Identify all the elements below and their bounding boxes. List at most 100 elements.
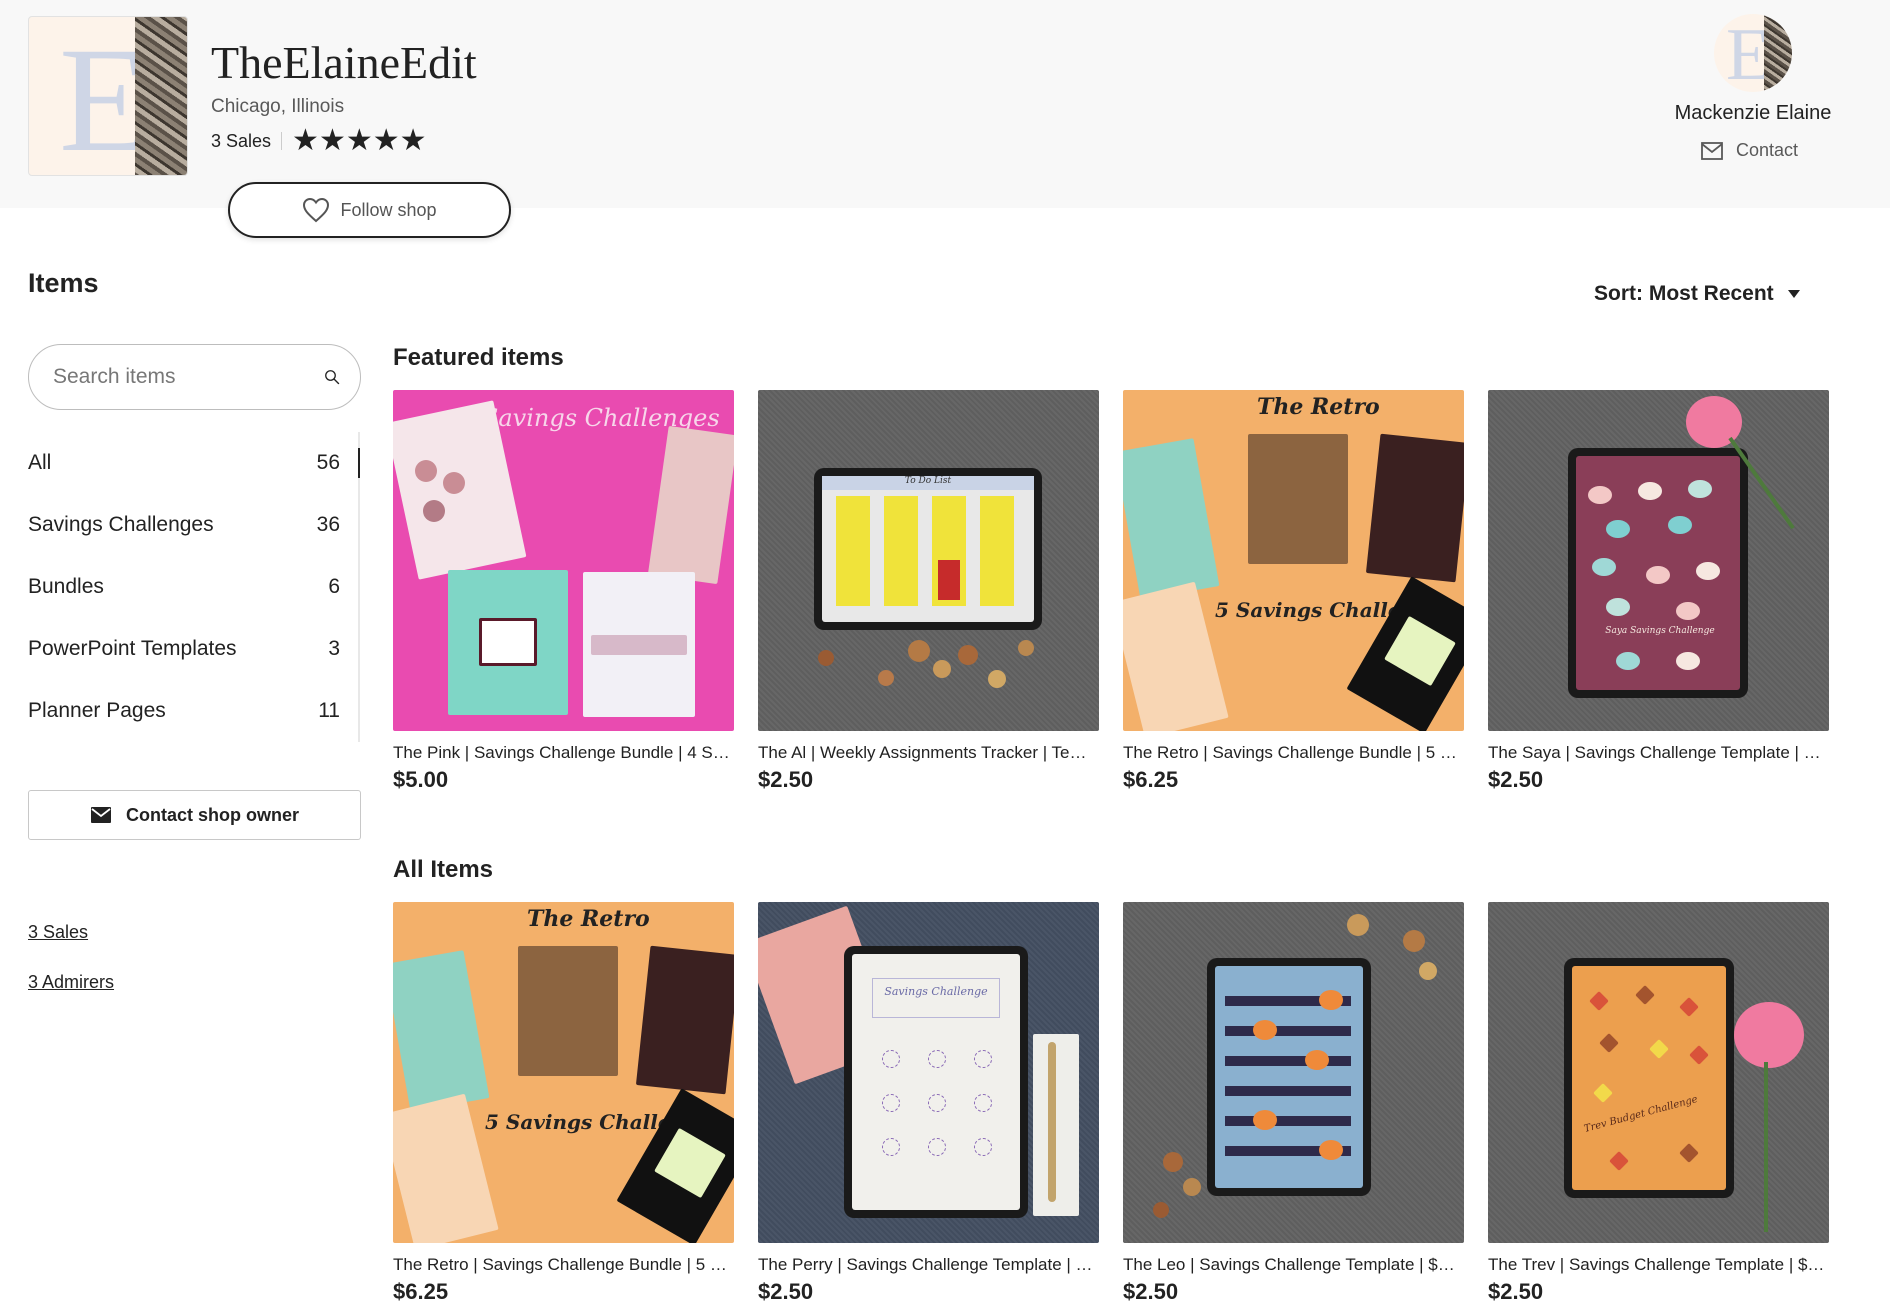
listing-price: $2.50 (758, 1279, 814, 1304)
owner-contact-link[interactable]: Contact (1700, 140, 1798, 161)
listing-card[interactable]: Saya Savings Challenge The Saya | Saving… (1488, 390, 1829, 793)
featured-items-heading: Featured items (393, 344, 564, 371)
sort-label: Sort: Most Recent (1594, 282, 1774, 305)
search-icon[interactable] (324, 361, 340, 393)
art-coin (1153, 1202, 1169, 1218)
listing-price: $2.50 (1488, 1279, 1544, 1304)
sort-dropdown[interactable]: Sort: Most Recent (1594, 282, 1800, 306)
listing-title[interactable]: The Al | Weekly Assignments Tracker | Te… (758, 743, 1099, 763)
listing-card[interactable]: The Leo | Savings Challenge Template | $… (1123, 902, 1464, 1305)
art-dot (928, 1094, 946, 1112)
art-bar (1225, 1086, 1351, 1096)
category-label: Savings Challenges (28, 513, 214, 536)
art-diamond (1689, 1045, 1709, 1065)
art-card (591, 635, 687, 655)
listing-title[interactable]: The Pink | Savings Challenge Bundle | 4 … (393, 743, 734, 763)
listing-image[interactable]: To Do List (758, 390, 1099, 731)
art-tablet: Saya Savings Challenge (1568, 448, 1748, 698)
art-bar (1225, 1056, 1351, 1066)
art-caption: To Do List (822, 476, 1034, 490)
art-coin (1403, 930, 1425, 952)
art-caption: Savings Challenge (872, 978, 1000, 1018)
category-powerpoint-templates[interactable]: PowerPoint Templates 3 (28, 618, 358, 680)
art-dot (1668, 516, 1692, 534)
art-card (479, 618, 537, 666)
listing-card[interactable]: Savings Challenge The Perry | Savings Ch… (758, 902, 1099, 1305)
art-dot (882, 1094, 900, 1112)
listing-image[interactable] (1123, 902, 1464, 1243)
art-dot (1676, 652, 1700, 670)
listing-card[interactable]: 4 Savings Challenges The Pink | Savings … (393, 390, 734, 793)
listing-card[interactable]: The Retro 5 Savings Challenges The Retro… (393, 902, 734, 1305)
category-planner-pages[interactable]: Planner Pages 11 (28, 680, 358, 742)
art-diamond (1589, 991, 1609, 1011)
search-input[interactable] (53, 365, 324, 389)
category-savings-challenges[interactable]: Savings Challenges 36 (28, 494, 358, 556)
shop-logo[interactable]: E (28, 16, 188, 176)
art-column (884, 496, 918, 606)
art-coin (1183, 1178, 1201, 1196)
avatar-texture (1764, 14, 1792, 92)
listing-card[interactable]: Trev Budget Challenge The Trev | Savings… (1488, 902, 1829, 1305)
owner-contact-label: Contact (1736, 140, 1799, 160)
art-caption: Saya Savings Challenge (1605, 626, 1715, 636)
contact-shop-owner-button[interactable]: Contact shop owner (28, 790, 361, 840)
art-bar (1225, 1026, 1351, 1036)
shop-location: Chicago, Illinois (211, 96, 345, 117)
owner-name[interactable]: Mackenzie Elaine (1658, 102, 1848, 125)
art-dot (1588, 486, 1612, 504)
sales-link[interactable]: 3 Sales (28, 922, 88, 943)
rating-stars-icon: ★★★★★ (292, 124, 427, 157)
listing-title[interactable]: The Perry | Savings Challenge Template |… (758, 1255, 1099, 1275)
flower-icon (1734, 1002, 1804, 1068)
art-coin (1018, 640, 1034, 656)
listing-image[interactable]: The Retro 5 Savings Challenges (393, 902, 734, 1243)
art-coin (1163, 1152, 1183, 1172)
art-screen: To Do List (822, 476, 1034, 622)
search-box[interactable] (28, 344, 361, 410)
art-coin (958, 645, 978, 665)
listing-image[interactable]: 4 Savings Challenges (393, 390, 734, 731)
art-column (980, 496, 1014, 606)
art-dot (1696, 562, 1720, 580)
listing-title[interactable]: The Trev | Savings Challenge Template | … (1488, 1255, 1829, 1275)
listing-title[interactable]: The Retro | Savings Challenge Bundle | 5… (393, 1255, 734, 1275)
listing-title[interactable]: The Saya | Savings Challenge Template | … (1488, 743, 1829, 763)
art-coin (1419, 962, 1437, 980)
listing-price: $2.50 (758, 767, 814, 792)
art-block (938, 560, 960, 600)
art-card (1248, 434, 1348, 564)
all-items-heading: All Items (393, 856, 494, 883)
listing-price: $2.50 (1488, 767, 1544, 792)
listing-title[interactable]: The Retro | Savings Challenge Bundle | 5… (1123, 743, 1464, 763)
art-bar (1225, 1116, 1351, 1126)
art-column (836, 496, 870, 606)
listing-card[interactable]: The Retro 5 Savings Challenges The Retro… (1123, 390, 1464, 793)
art-dot (1638, 482, 1662, 500)
listing-image[interactable]: The Retro 5 Savings Challenges (1123, 390, 1464, 731)
category-all[interactable]: All 56 (28, 432, 360, 494)
follow-shop-button[interactable]: Follow shop (228, 182, 511, 238)
listing-image[interactable]: Trev Budget Challenge (1488, 902, 1829, 1243)
listing-image[interactable]: Savings Challenge (758, 902, 1099, 1243)
art-coin (878, 670, 894, 686)
admirers-link[interactable]: 3 Admirers (28, 972, 114, 993)
art-dot (1253, 1110, 1277, 1130)
art-tablet (1207, 958, 1371, 1196)
art-dot (1253, 1020, 1277, 1040)
listing-title[interactable]: The Leo | Savings Challenge Template | $… (1123, 1255, 1464, 1275)
category-bundles[interactable]: Bundles 6 (28, 556, 358, 618)
category-label: Bundles (28, 575, 104, 598)
caret-down-icon (1787, 290, 1800, 298)
owner-avatar[interactable]: E (1714, 14, 1792, 92)
art-dot (928, 1050, 946, 1068)
listing-image[interactable]: Saya Savings Challenge (1488, 390, 1829, 731)
category-label: PowerPoint Templates (28, 637, 237, 660)
art-diamond (1635, 985, 1655, 1005)
envelope-icon (90, 807, 111, 823)
art-screen (1215, 966, 1363, 1188)
all-items-grid: The Retro 5 Savings Challenges The Retro… (393, 902, 1829, 1305)
art-coin (933, 660, 951, 678)
art-diamond (1599, 1033, 1619, 1053)
listing-card[interactable]: To Do List The Al | Weekly Assignments T… (758, 390, 1099, 793)
